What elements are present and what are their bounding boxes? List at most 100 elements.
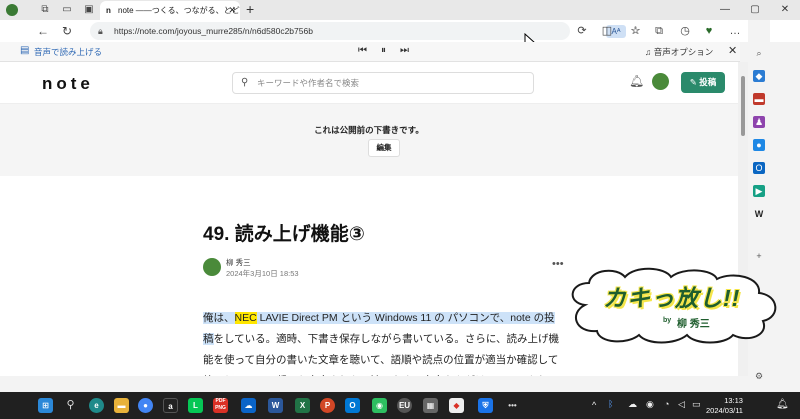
more-options-icon[interactable]: ••• [552, 258, 564, 270]
current-word-highlight: NEC [234, 312, 257, 324]
search-icon: ⚲ [241, 77, 249, 88]
note-logo[interactable]: note [42, 74, 94, 94]
favorites-icon[interactable]: ☆ [628, 24, 642, 38]
powerpoint-icon[interactable]: P [320, 398, 335, 413]
minimize-button[interactable]: — [710, 0, 740, 20]
sidebar-wikipedia-icon[interactable]: W [753, 208, 765, 220]
taskbar-more-icon[interactable]: ••• [505, 398, 520, 413]
address-bar[interactable]: 🔒︎ https://note.com/joyous_murre285/n/n6… [90, 22, 641, 40]
sidebar-drop-icon[interactable]: ▶ [753, 185, 765, 197]
pen-icon: ✎ [689, 77, 697, 87]
search-input[interactable]: ⚲ キーワードや作者名で検索 [232, 72, 534, 94]
wifi-icon[interactable]: ◔ [664, 399, 669, 409]
sidebar-add-icon[interactable]: + [753, 250, 765, 262]
note-favicon-icon: n [106, 6, 111, 15]
reload-tab-icon[interactable]: ⟳ [575, 24, 589, 38]
eu-icon[interactable]: EU [397, 398, 412, 413]
taskbar-clock[interactable]: 13:13 2024/03/11 [706, 396, 743, 416]
article-title: 49. 読み上げ機能③ [203, 224, 365, 245]
notification-bell-icon[interactable]: 🔔︎ [629, 74, 644, 88]
read-aloud-bar: ▤ 音声で読み上げる ⏮ ⏸ ⏭ ♫ 音声オプション ✕ [0, 42, 740, 62]
settings-more-icon[interactable]: … [728, 24, 742, 38]
volume-icon[interactable]: ◁ [678, 399, 685, 410]
line-icon[interactable]: L [188, 398, 203, 413]
read-aloud-label[interactable]: ▤ 音声で読み上げる [20, 45, 103, 58]
address-row: ← ↻ 🔒︎ https://note.com/joyous_murre285/… [0, 20, 800, 51]
read-aloud-bar-icon: ▤ [20, 45, 30, 56]
battery-icon[interactable]: ▭ [692, 399, 701, 410]
windows-start-icon[interactable]: ⊞ [38, 398, 53, 413]
sidebar-outlook-icon[interactable]: O [753, 162, 765, 174]
tab-list-icon[interactable]: ▣ [82, 3, 96, 17]
read-aloud-close-icon[interactable]: ✕ [728, 44, 737, 57]
post-button[interactable]: ✎ 投稿 [681, 72, 725, 93]
chrome-icon[interactable]: ● [138, 398, 153, 413]
post-button-label: 投稿 [699, 77, 717, 87]
search-placeholder: キーワードや作者名で検索 [257, 78, 360, 88]
article-date: 2024年3月10日 18:53 [226, 269, 299, 278]
cloud-icon[interactable]: ☁ [628, 399, 637, 410]
window-controls: — ▢ ✕ [710, 0, 800, 20]
taskbar-search-icon[interactable]: ⚲ [63, 398, 78, 413]
word-icon[interactable]: W [268, 398, 283, 413]
new-tab-button[interactable]: + [246, 1, 254, 17]
edge-icon[interactable]: e [89, 398, 104, 413]
sidebar-settings-icon[interactable]: ⚙ [753, 370, 765, 382]
voice-options-button[interactable]: ♫ 音声オプション [645, 46, 713, 58]
notification-icon[interactable]: 🔔︎ [776, 399, 789, 410]
history-icon[interactable]: ◷ [678, 24, 692, 38]
next-icon[interactable]: ⏭ [400, 45, 409, 56]
kakippanashi-badge: カキっ放し!! by 柳 秀三 [565, 265, 783, 345]
lock-icon[interactable]: 🔒︎ [98, 22, 103, 40]
sidebar-games-icon[interactable]: ♟ [753, 116, 765, 128]
playback-controls: ⏮ ⏸ ⏭ [358, 45, 409, 56]
read-aloud-label-text: 音声で読み上げる [34, 47, 103, 57]
security-tray-icon[interactable]: ◉ [646, 399, 654, 410]
author-name[interactable]: 柳 秀三 [226, 257, 251, 268]
split-screen-icon[interactable]: ◫ [600, 24, 614, 38]
workspaces-icon[interactable]: ⧉ [38, 3, 52, 17]
edit-button[interactable]: 編集 [368, 139, 400, 157]
maps-icon[interactable]: ◆ [449, 398, 464, 413]
amazon-icon[interactable]: a [163, 398, 178, 413]
sidebar-search-icon[interactable]: ⌕ [753, 47, 765, 59]
extension-icon[interactable]: ♥ [702, 24, 716, 38]
badge-author: 柳 秀三 [677, 319, 710, 330]
tab-actions-icon[interactable]: ▭ [60, 3, 74, 17]
windows-taskbar: ⊞ ⚲ e ▬ ● a L PDF PNG ☁ W X P O ◉ EU ▦ ◆… [0, 392, 800, 419]
outlook-icon[interactable]: O [345, 398, 360, 413]
onedrive-icon[interactable]: ☁ [241, 398, 256, 413]
draft-notice: これは公開前の下書きです。 編集 [0, 104, 738, 176]
tab-close-icon[interactable]: ✕ [228, 1, 236, 20]
tab-bar: ⧉ ▭ ▣ n note ――つくる、つながる、とどける。 ✕ + — ▢ ✕ [0, 0, 800, 20]
maximize-button[interactable]: ▢ [740, 0, 770, 20]
tab-note[interactable]: n note ――つくる、つながる、とどける。 ✕ [100, 1, 240, 20]
explorer-icon[interactable]: ▬ [114, 398, 129, 413]
back-icon[interactable]: ← [36, 24, 50, 38]
body-text-pre: 俺は、 [203, 312, 235, 324]
evernote-icon[interactable]: ◉ [372, 398, 387, 413]
window-close-button[interactable]: ✕ [770, 0, 800, 20]
security-icon[interactable]: ⛨ [478, 398, 493, 413]
profile-avatar[interactable] [6, 4, 18, 16]
badge-by: by [663, 317, 672, 324]
sidebar-shopping-icon[interactable]: ◆ [753, 70, 765, 82]
user-avatar[interactable] [652, 73, 669, 90]
bluetooth-icon[interactable]: ᛒ [608, 399, 613, 409]
author-avatar[interactable] [203, 258, 221, 276]
previous-icon[interactable]: ⏮ [358, 45, 367, 56]
sidebar-tools-icon[interactable]: ▬ [753, 93, 765, 105]
pdf-icon[interactable]: PDF PNG [213, 398, 228, 413]
refresh-icon[interactable]: ↻ [60, 24, 74, 38]
clock-time: 13:13 [724, 396, 743, 405]
collections-icon[interactable]: ⧉ [652, 24, 666, 38]
badge-title: カキっ放し!! [603, 285, 741, 311]
scrollbar-thumb[interactable] [741, 76, 745, 136]
pause-icon[interactable]: ⏸ [381, 45, 386, 56]
clock-date: 2024/03/11 [706, 406, 743, 415]
app-icon[interactable]: ▦ [423, 398, 438, 413]
draft-message: これは公開前の下書きです。 [314, 125, 424, 135]
tray-overflow-icon[interactable]: ^ [592, 400, 596, 410]
sidebar-m365-icon[interactable]: ● [753, 139, 765, 151]
excel-icon[interactable]: X [295, 398, 310, 413]
